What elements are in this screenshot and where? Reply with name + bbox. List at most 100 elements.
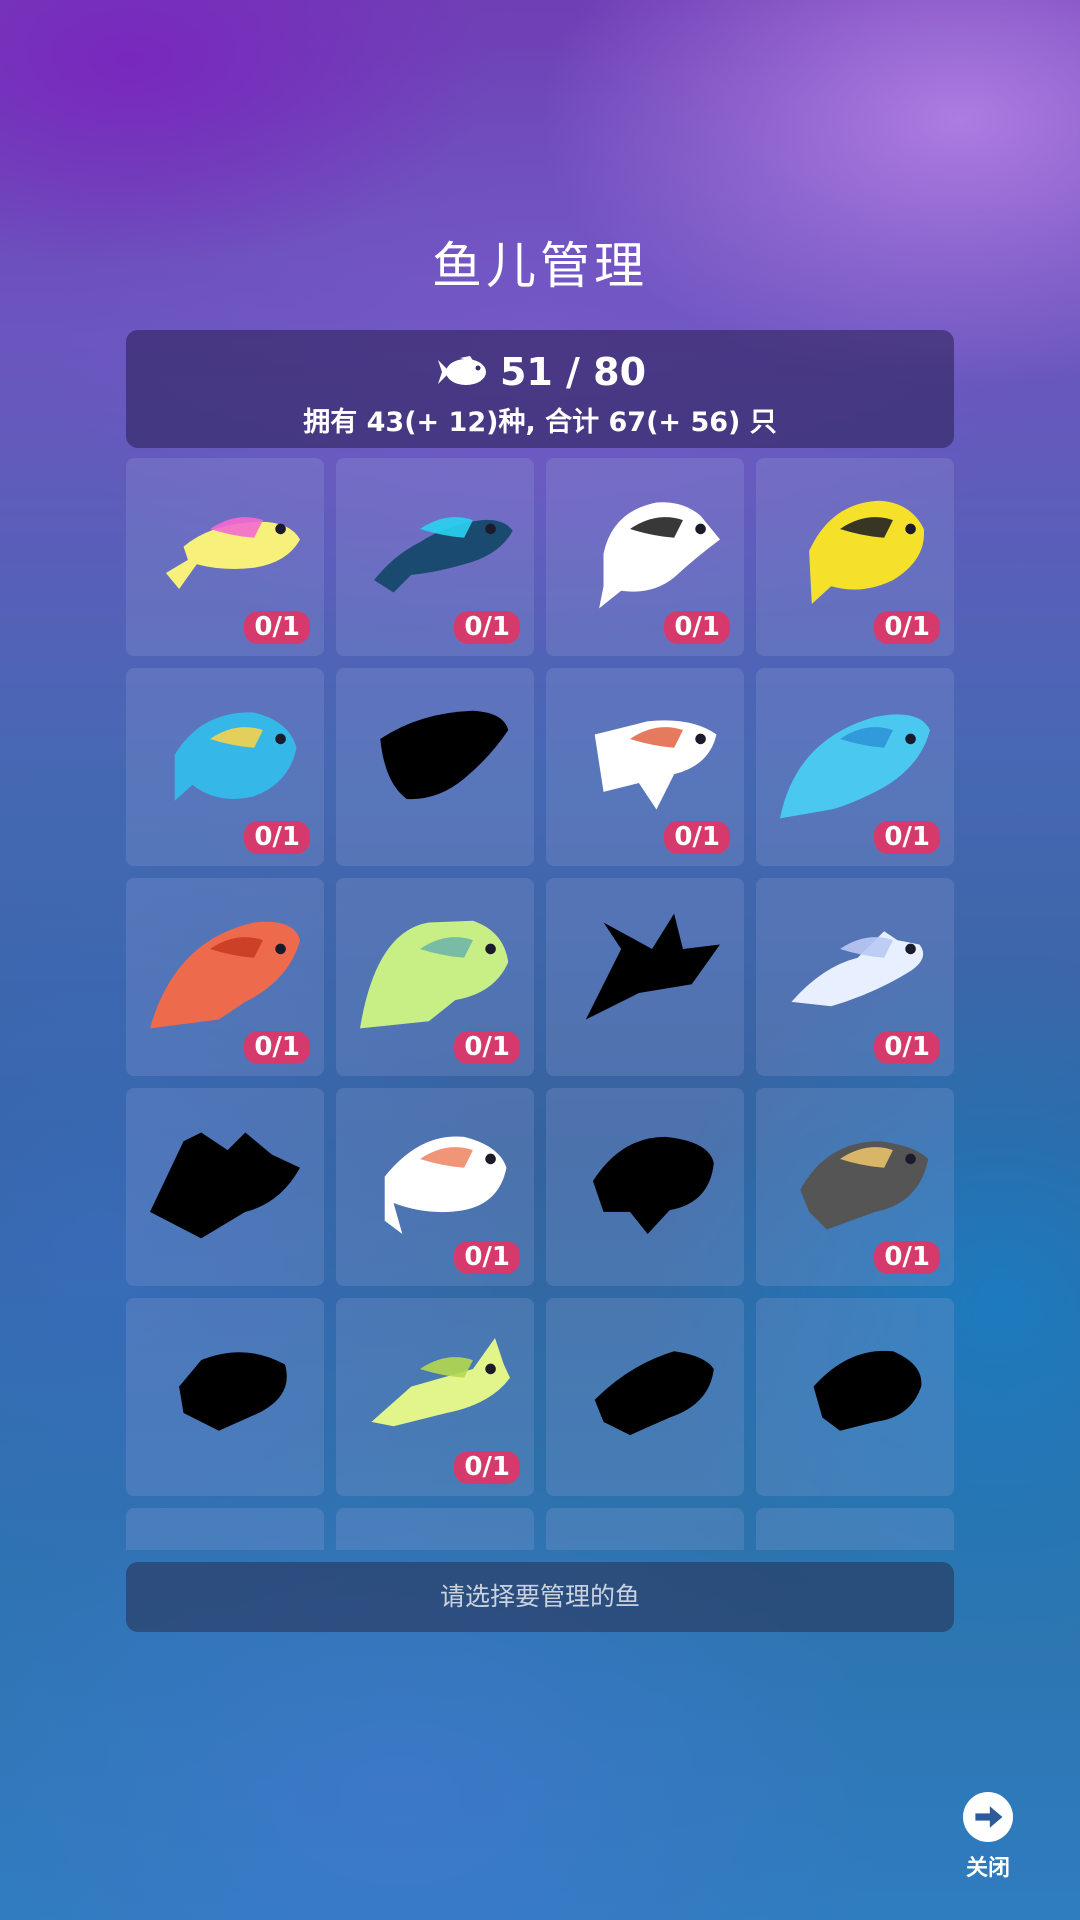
ownership-badge: 0/1	[454, 1451, 520, 1484]
fish-eye	[695, 733, 706, 745]
fish-fin	[840, 937, 893, 958]
fish-fin	[420, 517, 473, 538]
ownership-badge: 0/1	[874, 821, 940, 854]
fish-icon	[165, 517, 300, 589]
fish-tile-silhouette-6[interactable]	[756, 1298, 954, 1496]
fish-eye	[905, 1153, 916, 1165]
ownership-badge: 0/1	[244, 821, 310, 854]
fish-icon	[150, 921, 300, 1029]
fish-silhouette-icon	[138, 1526, 312, 1550]
fish-body	[813, 1350, 922, 1431]
fish-icon	[374, 517, 513, 593]
fish-silhouette-icon	[150, 1132, 300, 1239]
ownership-badge: 0/1	[454, 1241, 520, 1274]
ownership-badge: 0/1	[454, 1031, 520, 1064]
fish-icon	[384, 1136, 507, 1234]
fish-silhouette-icon	[592, 1136, 714, 1234]
fish-icon	[174, 712, 297, 801]
fish-summary: 拥有 43(+ 12)种, 合计 67(+ 56) 只	[303, 407, 777, 438]
fish-eye	[275, 943, 286, 955]
fish-eye	[485, 523, 496, 535]
ownership-badge: 0/1	[244, 1031, 310, 1064]
fish-tile-white-nudibranch[interactable]: 0/1	[756, 878, 954, 1076]
close-label: 关闭	[965, 1856, 1010, 1881]
ownership-badge: 0/1	[874, 1031, 940, 1064]
fish-tile-white-pufferfish[interactable]: 0/1	[336, 1088, 534, 1286]
fish-silhouette-icon	[585, 913, 720, 1020]
fish-icon	[599, 502, 720, 609]
fish-silhouette-icon	[813, 1350, 922, 1431]
fish-eye	[695, 523, 706, 535]
fish-tile-red-grouper[interactable]: 0/1	[126, 878, 324, 1076]
fish-tile-partial-1[interactable]	[126, 1508, 324, 1550]
fish-eye	[275, 523, 286, 535]
fish-tile-white-angelfish[interactable]: 0/1	[546, 668, 744, 866]
fish-body	[179, 1352, 287, 1431]
fish-silhouette-icon	[380, 710, 509, 800]
fish-icon	[780, 714, 930, 819]
fish-body	[150, 921, 300, 1029]
fish-eye	[905, 943, 916, 955]
fish-icon	[437, 356, 486, 385]
fish-body	[150, 1132, 300, 1239]
fish-tile-silhouette-4[interactable]	[126, 1298, 324, 1496]
fish-tile-partial-4[interactable]	[756, 1508, 954, 1550]
fish-tile-silhouette-5[interactable]	[546, 1298, 744, 1496]
fish-silhouette-icon	[768, 1526, 942, 1550]
fish-silhouette-icon	[594, 1351, 714, 1436]
ownership-badge: 0/1	[874, 611, 940, 644]
fish-tile-black-white-butterflyfish[interactable]: 0/1	[546, 458, 744, 656]
ownership-badge: 0/1	[664, 611, 730, 644]
ownership-badge: 0/1	[454, 611, 520, 644]
ownership-badge: 0/1	[664, 821, 730, 854]
fish-tile-partial-3[interactable]	[546, 1508, 744, 1550]
fish-tile-silhouette-3[interactable]	[546, 1088, 744, 1286]
fish-eye	[485, 1363, 496, 1375]
fish-tile-partial-2[interactable]	[336, 1508, 534, 1550]
fish-eye	[275, 733, 286, 745]
fish-tile-silhouette-1[interactable]	[336, 668, 534, 866]
ownership-badge: 0/1	[244, 611, 310, 644]
fish-silhouette-icon	[558, 1526, 732, 1550]
fish-tile-silhouette-2[interactable]	[546, 878, 744, 1076]
select-hint-bar: 请选择要管理的鱼	[126, 1562, 954, 1632]
page-title: 鱼儿管理	[432, 237, 648, 295]
fish-tile-silhouette-lionfish[interactable]	[126, 1088, 324, 1286]
fish-tile-gray-triggerfish[interactable]: 0/1	[756, 1088, 954, 1286]
fish-icon	[594, 720, 717, 810]
fish-body	[809, 500, 925, 604]
fish-count: 51 / 80	[499, 350, 647, 394]
fish-tile-blue-grouper[interactable]: 0/1	[756, 668, 954, 866]
fish-silhouette-icon	[179, 1352, 287, 1431]
fish-icon	[371, 1338, 510, 1427]
fish-eye	[485, 943, 496, 955]
fish-tile-yellow-butterflyfish[interactable]: 0/1	[756, 458, 954, 656]
close-button[interactable]: 关闭	[960, 1792, 1016, 1882]
fish-silhouette-icon	[348, 1526, 522, 1550]
fish-tile-green-cowfish[interactable]: 0/1	[336, 1298, 534, 1496]
fish-icon	[791, 931, 924, 1007]
fish-body	[371, 1338, 510, 1427]
fish-body	[592, 1136, 714, 1234]
fish-body	[174, 712, 297, 801]
fish-grid: 0/1 0/1 0/1 0/1 0/1 0/1 0/1 0/1 0/1 0/1 0/1 0/1 0/1	[126, 458, 954, 1550]
fish-body	[594, 1351, 714, 1436]
fish-body	[380, 710, 509, 800]
fish-fin	[420, 1357, 473, 1378]
fish-eye	[485, 1153, 496, 1165]
fish-icon	[800, 1141, 929, 1230]
fish-eye	[905, 733, 916, 745]
fish-tile-pink-yellow-fish[interactable]: 0/1	[126, 458, 324, 656]
fish-icon	[809, 500, 925, 604]
fish-icon	[360, 920, 509, 1029]
fish-tile-striped-angelfish[interactable]: 0/1	[126, 668, 324, 866]
fish-eye	[905, 523, 916, 535]
fish-tile-green-leaf-fish[interactable]: 0/1	[336, 878, 534, 1076]
fish-stats-panel: 51 / 80 拥有 43(+ 12)种, 合计 67(+ 56) 只	[126, 330, 954, 448]
fish-body	[585, 913, 720, 1020]
fish-count-row: 51 / 80	[126, 350, 954, 394]
ownership-badge: 0/1	[874, 1241, 940, 1274]
fish-body	[780, 714, 930, 819]
fish-tile-blue-neon-fish[interactable]: 0/1	[336, 458, 534, 656]
fish-body	[360, 920, 509, 1029]
